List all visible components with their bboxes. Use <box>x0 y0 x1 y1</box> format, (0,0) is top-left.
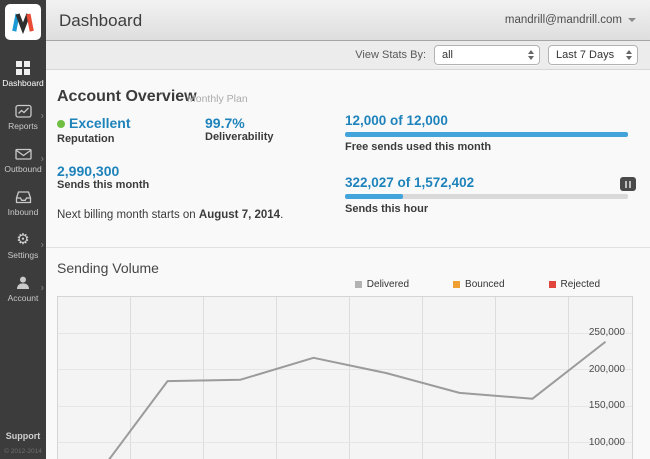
sidebar-nav: Dashboard Reports › Outbound › Inbound ⚙… <box>0 52 46 310</box>
select-arrows-icon <box>528 50 534 60</box>
sending-volume-chart: 250,000 200,000 150,000 100,000 <box>57 296 633 459</box>
chart-canvas <box>108 340 607 459</box>
delivered-swatch-icon <box>354 281 362 288</box>
deliverability-stat: 99.7% Deliverability <box>205 115 273 143</box>
deliverability-value: 99.7% <box>205 115 245 131</box>
hourly-progressbar <box>345 194 628 199</box>
sends-month-stat: 2,990,300 Sends this month <box>57 163 149 191</box>
sidebar-support-link[interactable]: Support <box>0 431 46 441</box>
free-sends-usage: 12,000 of 12,000 Free sends used this mo… <box>345 113 628 153</box>
pause-icon <box>625 180 627 188</box>
sidebar-item-label: Account <box>7 293 39 303</box>
sidebar-item-reports[interactable]: Reports › <box>0 95 46 138</box>
chevron-right-icon: › <box>40 153 44 165</box>
sidebar-item-dashboard[interactable]: Dashboard <box>0 52 46 95</box>
chevron-right-icon: › <box>40 110 44 122</box>
reputation-stat: Excellent Reputation <box>57 115 130 145</box>
free-sends-progressbar <box>345 132 628 137</box>
account-overview-title: Account Overview <box>57 88 197 105</box>
filter-bar: View Stats By: all Last 7 Days <box>46 41 650 70</box>
grid-icon <box>15 59 31 76</box>
bounced-swatch-icon <box>453 281 461 288</box>
envelope-icon <box>14 145 32 162</box>
reputation-dot-icon <box>57 120 65 128</box>
stats-by-select[interactable]: all <box>434 45 540 65</box>
date-range-value: Last 7 Days <box>556 49 615 61</box>
sends-month-value: 2,990,300 <box>57 163 120 179</box>
chevron-down-icon <box>628 18 636 22</box>
sidebar-item-outbound[interactable]: Outbound › <box>0 138 46 181</box>
mandrill-logo[interactable] <box>5 4 41 40</box>
billing-date: August 7, 2014 <box>198 209 281 221</box>
legend-item-rejected[interactable]: Rejected <box>548 279 600 290</box>
sidebar: Dashboard Reports › Outbound › Inbound ⚙… <box>0 0 46 459</box>
sidebar-item-label: Inbound <box>7 207 39 217</box>
billing-note: Next billing month starts on August 7, 2… <box>57 209 284 221</box>
legend-item-bounced[interactable]: Bounced <box>453 279 505 290</box>
view-stats-by-label: View Stats By: <box>355 49 426 61</box>
chevron-right-icon: › <box>40 239 44 251</box>
top-header: Dashboard mandrill@mandrill.com <box>46 0 650 41</box>
inbox-icon <box>15 188 32 205</box>
sends-month-label: Sends this month <box>57 179 150 191</box>
copyright-text: © 2012-2014 <box>4 448 42 455</box>
sidebar-item-inbound[interactable]: Inbound <box>0 181 46 224</box>
chart-icon <box>14 102 32 119</box>
account-menu[interactable]: mandrill@mandrill.com <box>505 14 636 26</box>
hourly-value: 322,027 of 1,572,402 <box>345 175 475 190</box>
account-email: mandrill@mandrill.com <box>504 14 622 26</box>
page-title: Dashboard <box>59 11 143 30</box>
stats-by-value: all <box>442 49 454 61</box>
mandrill-m-icon <box>12 13 34 35</box>
free-sends-label: Free sends used this month <box>345 141 492 153</box>
section-divider <box>46 247 650 248</box>
sending-volume-title: Sending Volume <box>57 260 159 276</box>
date-range-select[interactable]: Last 7 Days <box>548 45 638 65</box>
rejected-swatch-icon <box>548 281 556 288</box>
sidebar-item-label: Settings <box>7 250 39 260</box>
sidebar-item-settings[interactable]: ⚙ Settings › <box>0 224 46 267</box>
sidebar-item-label: Reports <box>8 121 38 131</box>
chevron-right-icon: › <box>40 282 44 294</box>
gear-icon: ⚙ <box>16 230 30 248</box>
chart-legend: Delivered Bounced Rejected <box>57 279 633 290</box>
reputation-label: Reputation <box>57 133 115 145</box>
sidebar-item-label: Dashboard <box>2 78 44 88</box>
mandrill-dashboard-app: Dashboard Reports › Outbound › Inbound ⚙… <box>0 0 650 459</box>
reputation-status: Excellent <box>69 115 131 131</box>
sidebar-item-account[interactable]: Account › <box>0 267 46 310</box>
plan-badge: Monthly Plan <box>187 93 248 105</box>
deliverability-label: Deliverability <box>205 131 274 143</box>
user-icon <box>15 274 31 291</box>
delivered-series-line <box>108 340 607 459</box>
hourly-usage: 322,027 of 1,572,402 Sends this hour <box>345 175 636 215</box>
legend-item-delivered[interactable]: Delivered <box>354 279 409 290</box>
sidebar-item-label: Outbound <box>4 164 42 174</box>
free-sends-value: 12,000 of 12,000 <box>345 113 448 128</box>
pause-sending-button[interactable] <box>620 177 636 191</box>
select-arrows-icon <box>626 50 632 60</box>
hourly-label: Sends this hour <box>345 203 429 215</box>
